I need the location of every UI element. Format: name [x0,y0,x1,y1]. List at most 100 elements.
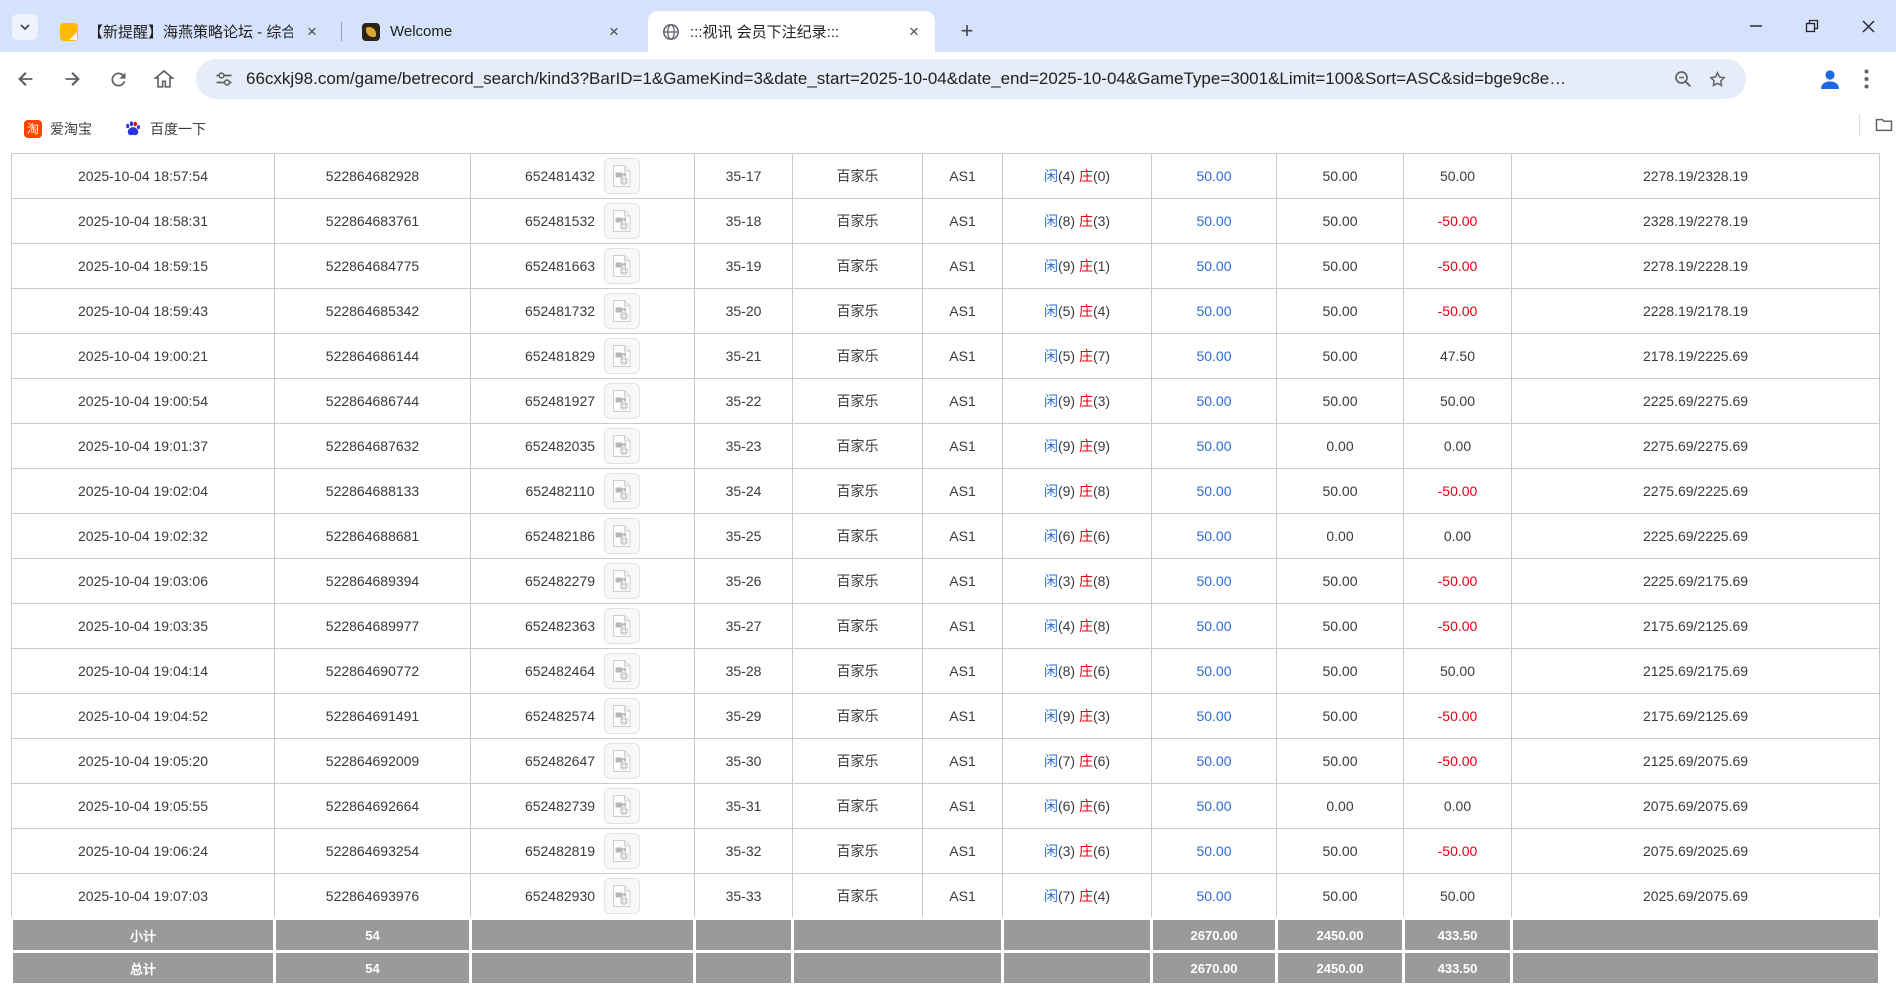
cell-table-name: AS1 [923,469,1003,514]
cell-winloss: 0.00 [1404,424,1512,469]
tab-list-chevron-button[interactable] [12,14,38,40]
cell-winloss: 50.00 [1404,874,1512,919]
cell-balance: 2178.19/2225.69 [1512,334,1880,379]
tab-close-icon[interactable]: × [301,21,323,43]
cell-round: 35-22 [695,379,793,424]
tab-strip: 【新提醒】海燕策略论坛 - 综合 × Welcome × :::视讯 会员下注纪… [0,0,1896,52]
cell-bet-id: 522864693254 [275,829,471,874]
video-record-button[interactable] [604,428,640,464]
video-record-icon [611,344,633,368]
tab-close-icon[interactable]: × [903,21,925,43]
video-record-button[interactable] [604,833,640,869]
cell-round: 35-29 [695,694,793,739]
video-record-button[interactable] [604,743,640,779]
video-record-button[interactable] [604,248,640,284]
site-controls-icon[interactable] [210,62,238,96]
tab-welcome[interactable]: Welcome × [348,11,635,52]
video-record-button[interactable] [604,158,640,194]
video-record-button[interactable] [604,473,640,509]
cell-bet-time: 2025-10-04 19:05:20 [12,739,275,784]
all-bookmarks[interactable]: 所有书签 [1859,114,1896,136]
cell-bet-content: 闲(4) 庄(0) [1003,154,1152,199]
video-record-button[interactable] [604,878,640,914]
cell-game-name: 百家乐 [793,379,923,424]
cell-balance: 2125.69/2075.69 [1512,739,1880,784]
profile-avatar[interactable] [1816,65,1844,93]
video-record-button[interactable] [604,608,640,644]
cell-table-name: AS1 [923,559,1003,604]
video-record-button[interactable] [604,383,640,419]
video-record-button[interactable] [604,338,640,374]
cell-bet-amount: 50.00 [1152,559,1277,604]
bet-record-row: 2025-10-04 18:58:31522864683761652481532… [12,199,1880,244]
cell-bet-time: 2025-10-04 19:06:24 [12,829,275,874]
zoom-indicator-icon[interactable] [1666,62,1700,96]
cell-bet-amount: 50.00 [1152,739,1277,784]
subtotal-bet: 2670.00 [1152,919,1277,952]
cell-bet-content: 闲(5) 庄(7) [1003,334,1152,379]
cell-game-number: 652482819 [471,829,695,874]
video-record-icon [611,884,633,908]
cell-winloss: -50.00 [1404,199,1512,244]
cell-round: 35-26 [695,559,793,604]
video-record-button[interactable] [604,518,640,554]
home-button[interactable] [144,59,184,99]
forward-button[interactable] [52,59,92,99]
cell-table-name: AS1 [923,514,1003,559]
bookmark-baidu[interactable]: 百度一下 [116,115,214,143]
cell-game-name: 百家乐 [793,649,923,694]
cell-winloss: -50.00 [1404,604,1512,649]
cell-winloss: -50.00 [1404,469,1512,514]
tab-bet-records[interactable]: :::视讯 会员下注纪录::: × [648,11,935,52]
address-bar[interactable]: 66cxkj98.com/game/betrecord_search/kind3… [196,59,1746,99]
cell-winloss: 47.50 [1404,334,1512,379]
cell-game-number: 652482279 [471,559,695,604]
back-button[interactable] [6,59,46,99]
bookmarks-divider [1859,114,1860,136]
tab-close-icon[interactable]: × [603,21,625,43]
cell-game-number: 652482464 [471,649,695,694]
cell-game-name: 百家乐 [793,469,923,514]
tab-forum[interactable]: 【新提醒】海燕策略论坛 - 综合 × [46,11,333,52]
bet-record-row: 2025-10-04 19:03:35522864689977652482363… [12,604,1880,649]
cell-winloss: -50.00 [1404,559,1512,604]
video-record-button[interactable] [604,653,640,689]
video-record-icon [611,479,633,503]
video-record-button[interactable] [604,293,640,329]
video-record-icon [611,749,633,773]
bet-record-row: 2025-10-04 19:04:14522864690772652482464… [12,649,1880,694]
new-tab-button[interactable]: + [952,16,982,46]
browser-menu-button[interactable] [1852,65,1880,93]
cell-game-name: 百家乐 [793,514,923,559]
cell-balance: 2275.69/2275.69 [1512,424,1880,469]
restore-button[interactable] [1784,0,1840,52]
cell-balance: 2275.69/2225.69 [1512,469,1880,514]
cell-winloss: 50.00 [1404,154,1512,199]
cell-bet-id: 522864686744 [275,379,471,424]
cell-bet-time: 2025-10-04 19:02:04 [12,469,275,514]
video-record-button[interactable] [604,788,640,824]
total-valid: 2450.00 [1277,952,1404,985]
cell-valid-amount: 50.00 [1277,244,1404,289]
video-record-button[interactable] [604,698,640,734]
cell-game-name: 百家乐 [793,739,923,784]
bookmarks-bar: 淘 爱淘宝 百度一下 所有书签 [0,106,1896,151]
cell-game-number: 652482930 [471,874,695,919]
cell-bet-amount: 50.00 [1152,649,1277,694]
bookmark-star-icon[interactable] [1700,62,1734,96]
close-window-button[interactable] [1840,0,1896,52]
cell-game-name: 百家乐 [793,694,923,739]
globe-icon [662,23,680,41]
video-record-button[interactable] [604,563,640,599]
cell-bet-time: 2025-10-04 18:59:15 [12,244,275,289]
minimize-button[interactable] [1728,0,1784,52]
refresh-button[interactable] [98,59,138,99]
total-row: 总计 54 2670.00 2450.00 433.50 [12,952,1880,985]
cell-table-name: AS1 [923,334,1003,379]
cell-winloss: -50.00 [1404,739,1512,784]
cell-balance: 2225.69/2175.69 [1512,559,1880,604]
cell-winloss: 50.00 [1404,379,1512,424]
bookmark-taobao[interactable]: 淘 爱淘宝 [16,115,100,143]
cell-bet-id: 522864684775 [275,244,471,289]
video-record-button[interactable] [604,203,640,239]
